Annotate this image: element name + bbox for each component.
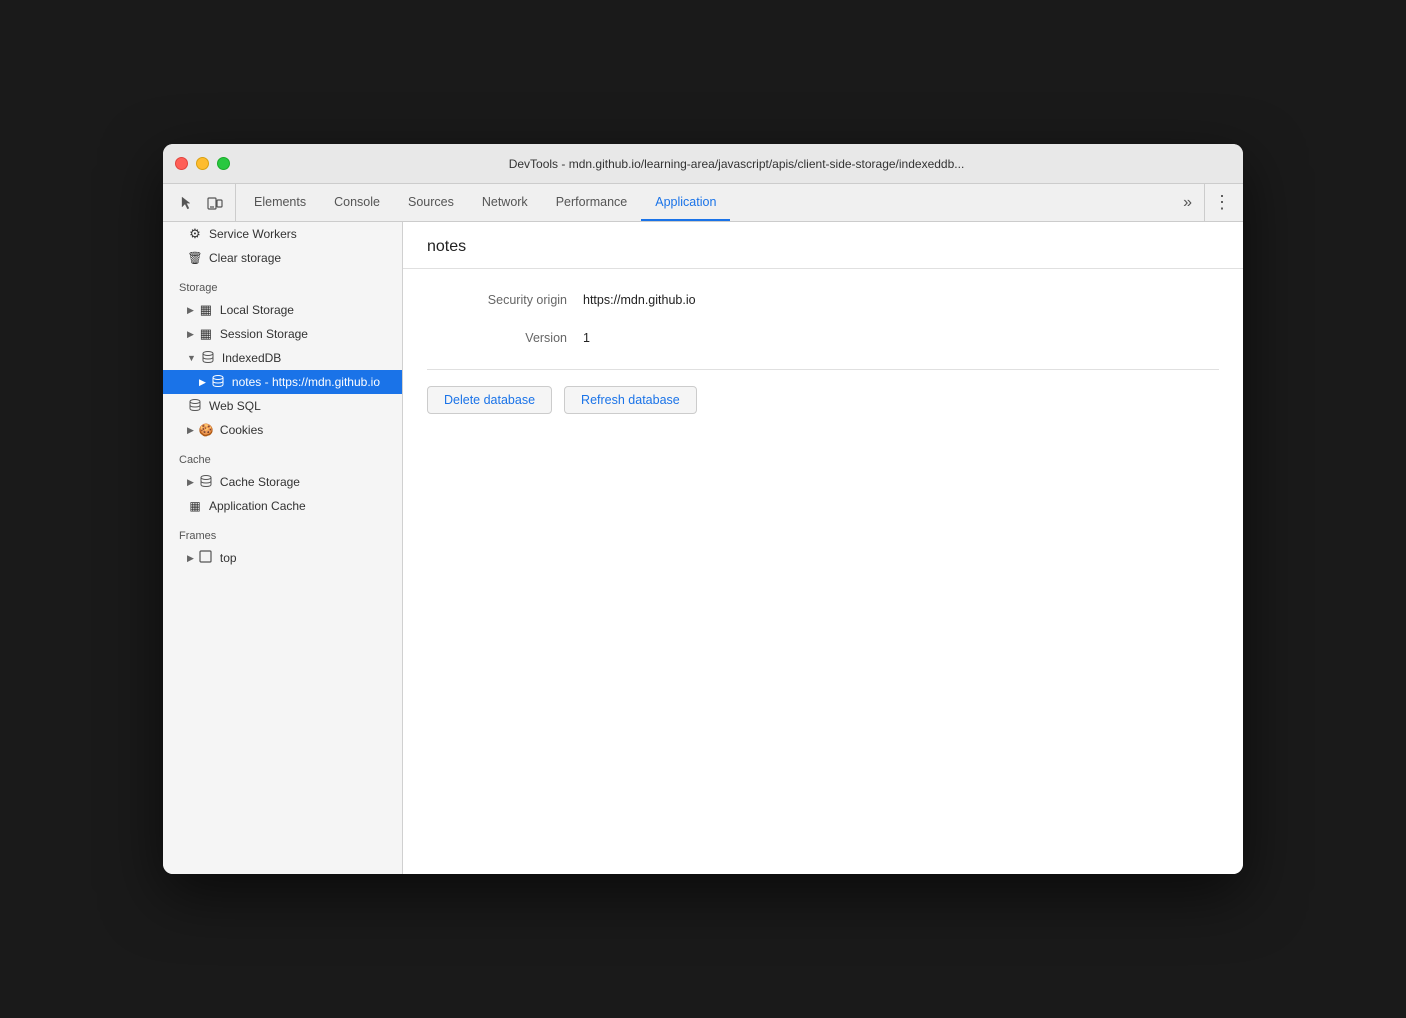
- frames-section-header: Frames: [163, 518, 402, 546]
- sidebar-item-local-storage[interactable]: ▶ ▦ Local Storage: [163, 298, 402, 322]
- sidebar-item-session-storage[interactable]: ▶ ▦ Session Storage: [163, 322, 402, 346]
- sidebar-item-notes-db[interactable]: ▶ notes - https://mdn.github.io: [163, 370, 402, 394]
- chevron-right-icon: ▶: [199, 377, 206, 388]
- sidebar-item-cookies[interactable]: ▶ 🍪 Cookies: [163, 418, 402, 442]
- tab-list: Elements Console Sources Network Perform…: [240, 184, 1175, 221]
- cookies-label: Cookies: [220, 423, 263, 437]
- tab-elements[interactable]: Elements: [240, 184, 320, 221]
- storage-section-header: Storage: [163, 270, 402, 298]
- traffic-lights: [175, 157, 230, 170]
- divider: [427, 369, 1219, 370]
- cache-storage-icon: [198, 474, 214, 491]
- top-frame-label: top: [220, 551, 237, 565]
- local-storage-label: Local Storage: [220, 303, 294, 317]
- sidebar-item-clear-storage[interactable]: 🗑 Clear storage: [163, 246, 402, 270]
- sidebar-item-indexeddb[interactable]: ▼ IndexedDB: [163, 346, 402, 370]
- service-workers-label: Service Workers: [209, 227, 297, 241]
- indexeddb-label: IndexedDB: [222, 351, 281, 365]
- inspect-cursor-icon[interactable]: [175, 191, 199, 215]
- maximize-button[interactable]: [217, 157, 230, 170]
- local-storage-icon: ▦: [198, 302, 214, 318]
- main-area: ⚙ Service Workers 🗑 Clear storage Storag…: [163, 222, 1243, 874]
- tabbar: Elements Console Sources Network Perform…: [163, 184, 1243, 222]
- db-title: notes: [427, 238, 466, 255]
- sidebar-item-cache-storage[interactable]: ▶ Cache Storage: [163, 470, 402, 494]
- toolbar-tools: [167, 184, 236, 221]
- window-title: DevTools - mdn.github.io/learning-area/j…: [242, 157, 1231, 171]
- sidebar-item-service-workers[interactable]: ⚙ Service Workers: [163, 222, 402, 246]
- delete-database-button[interactable]: Delete database: [427, 386, 552, 414]
- indexeddb-icon: [200, 350, 216, 367]
- gear-icon: ⚙: [187, 226, 203, 242]
- version-label: Version: [427, 331, 567, 345]
- tab-network[interactable]: Network: [468, 184, 542, 221]
- cache-storage-label: Cache Storage: [220, 475, 300, 489]
- version-value: 1: [583, 331, 590, 345]
- chevron-down-icon: ▼: [187, 353, 196, 363]
- security-origin-row: Security origin https://mdn.github.io: [427, 293, 1219, 307]
- titlebar: DevTools - mdn.github.io/learning-area/j…: [163, 144, 1243, 184]
- action-buttons: Delete database Refresh database: [427, 386, 1219, 414]
- cookies-icon: 🍪: [198, 423, 214, 437]
- device-mode-icon[interactable]: [203, 191, 227, 215]
- tab-overflow-button[interactable]: »: [1175, 184, 1200, 221]
- tab-performance[interactable]: Performance: [542, 184, 642, 221]
- cache-section-header: Cache: [163, 442, 402, 470]
- chevron-right-icon: ▶: [187, 305, 194, 316]
- minimize-button[interactable]: [196, 157, 209, 170]
- content-header: notes: [403, 222, 1243, 269]
- content-body: Security origin https://mdn.github.io Ve…: [403, 269, 1243, 874]
- tab-console[interactable]: Console: [320, 184, 394, 221]
- trash-icon: 🗑: [187, 251, 203, 265]
- refresh-database-button[interactable]: Refresh database: [564, 386, 697, 414]
- tab-sources[interactable]: Sources: [394, 184, 468, 221]
- sidebar-item-top-frame[interactable]: ▶ top: [163, 546, 402, 570]
- chevron-right-icon: ▶: [187, 553, 194, 564]
- web-sql-label: Web SQL: [209, 399, 261, 413]
- app-cache-icon: ▦: [187, 499, 203, 513]
- frame-icon: [198, 550, 214, 566]
- clear-storage-label: Clear storage: [209, 251, 281, 265]
- security-origin-label: Security origin: [427, 293, 567, 307]
- session-storage-icon: ▦: [198, 326, 214, 342]
- sidebar: ⚙ Service Workers 🗑 Clear storage Storag…: [163, 222, 403, 874]
- version-row: Version 1: [427, 331, 1219, 345]
- security-origin-value: https://mdn.github.io: [583, 293, 696, 307]
- sidebar-item-web-sql[interactable]: Web SQL: [163, 394, 402, 418]
- chevron-right-icon: ▶: [187, 425, 194, 436]
- app-cache-label: Application Cache: [209, 499, 306, 513]
- devtools-menu-button[interactable]: ⋮: [1204, 184, 1239, 221]
- content-panel: notes Security origin https://mdn.github…: [403, 222, 1243, 874]
- notes-db-icon: [210, 374, 226, 391]
- tab-application[interactable]: Application: [641, 184, 730, 221]
- sidebar-item-app-cache[interactable]: ▦ Application Cache: [163, 494, 402, 518]
- devtools-window: DevTools - mdn.github.io/learning-area/j…: [163, 144, 1243, 874]
- close-button[interactable]: [175, 157, 188, 170]
- session-storage-label: Session Storage: [220, 327, 308, 341]
- chevron-right-icon: ▶: [187, 329, 194, 340]
- web-sql-icon: [187, 398, 203, 415]
- chevron-right-icon: ▶: [187, 477, 194, 488]
- notes-db-label: notes - https://mdn.github.io: [232, 375, 380, 389]
